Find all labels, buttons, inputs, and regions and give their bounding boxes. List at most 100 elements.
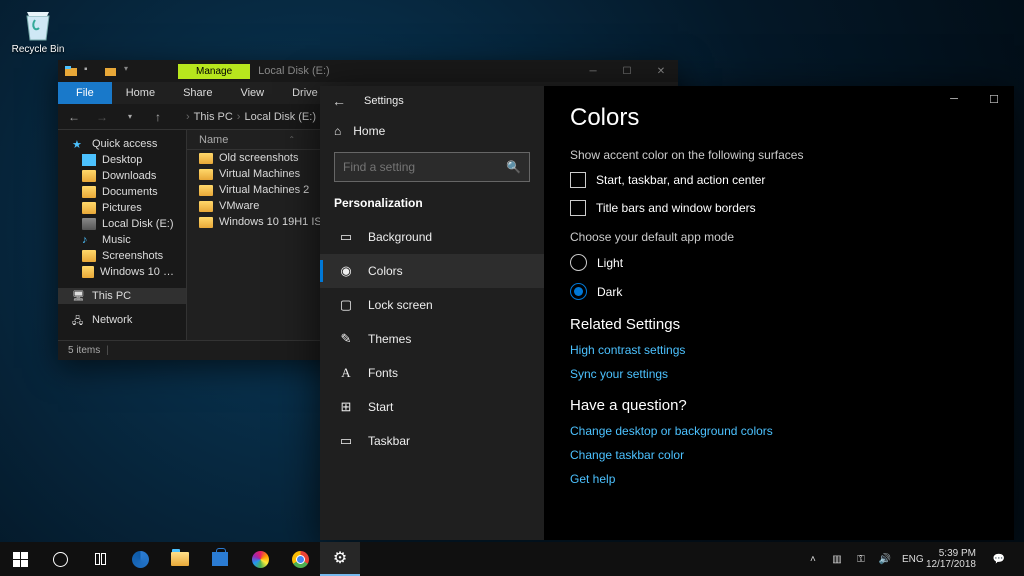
nav-screenshots[interactable]: Screenshots — [58, 248, 186, 264]
cortana-button[interactable] — [40, 542, 80, 576]
back-button[interactable]: ← — [332, 93, 346, 109]
ribbon-tab-share[interactable]: Share — [169, 82, 226, 104]
crumb-local-disk[interactable]: Local Disk (E:) — [244, 111, 316, 123]
recycle-bin-label: Recycle Bin — [8, 44, 68, 55]
up-button[interactable]: ↑ — [148, 110, 168, 124]
taskbar-explorer[interactable] — [160, 542, 200, 576]
menu-lock-screen[interactable]: ▢Lock screen — [320, 288, 544, 322]
time: 5:39 PM — [926, 548, 976, 559]
home-icon: ⌂ — [334, 124, 341, 138]
tray-chevron-icon[interactable]: ˄ — [806, 554, 820, 565]
language-indicator[interactable]: ENG — [902, 554, 916, 565]
link-high-contrast[interactable]: High contrast settings — [570, 343, 988, 357]
nav-pictures[interactable]: Pictures — [58, 200, 186, 216]
search-input[interactable] — [343, 160, 506, 174]
menu-themes[interactable]: ✎Themes — [320, 322, 544, 356]
folder-icon — [82, 154, 96, 166]
folder-icon — [199, 217, 213, 228]
folder-icon — [82, 170, 96, 182]
pc-icon — [72, 290, 86, 302]
settings-sidebar: ← Settings ⌂ Home 🔍 Personalization ▭Bac… — [320, 86, 544, 540]
qat-dropdown-icon[interactable]: ▾ — [124, 64, 138, 78]
mode-label: Choose your default app mode — [570, 230, 988, 244]
settings-home[interactable]: ⌂ Home — [320, 116, 544, 146]
settings-search[interactable]: 🔍 — [334, 152, 530, 182]
folder-icon — [199, 201, 213, 212]
nav-pane: Quick access Desktop Downloads Documents… — [58, 130, 186, 340]
lock-icon: ▢ — [338, 297, 354, 313]
close-button[interactable]: ✕ — [644, 60, 678, 82]
maximize-button[interactable]: ☐ — [610, 60, 644, 82]
recycle-bin[interactable]: Recycle Bin — [8, 6, 68, 55]
properties-icon[interactable]: ▪ — [84, 64, 98, 78]
recycle-bin-icon — [21, 6, 55, 42]
nav-documents[interactable]: Documents — [58, 184, 186, 200]
forward-button[interactable]: → — [92, 110, 112, 124]
minimize-button[interactable]: ─ — [576, 60, 610, 82]
crumb-this-pc[interactable]: This PC — [194, 111, 233, 123]
radio-dark[interactable]: Dark — [570, 283, 988, 300]
nav-local-disk[interactable]: Local Disk (E:) — [58, 216, 186, 232]
link-change-taskbar[interactable]: Change taskbar color — [570, 448, 988, 462]
menu-start[interactable]: ⊞Start — [320, 390, 544, 424]
checkbox-start-taskbar[interactable]: Start, taskbar, and action center — [570, 172, 988, 188]
cortana-icon — [53, 552, 68, 567]
checkbox-titlebars[interactable]: Title bars and window borders — [570, 200, 988, 216]
nav-downloads[interactable]: Downloads — [58, 168, 186, 184]
ribbon-tab-view[interactable]: View — [226, 82, 278, 104]
new-folder-icon[interactable] — [104, 64, 118, 78]
start-icon: ⊞ — [338, 399, 354, 415]
taskbar-icon: ▭ — [338, 433, 354, 449]
volume-icon[interactable]: 🔊 — [878, 554, 892, 565]
window-title: Local Disk (E:) — [258, 65, 330, 77]
nav-desktop[interactable]: Desktop — [58, 152, 186, 168]
clock[interactable]: 5:39 PM 12/17/2018 — [926, 548, 982, 570]
radio-light[interactable]: Light — [570, 254, 988, 271]
ribbon-tab-file[interactable]: File — [58, 82, 112, 104]
nav-win10-isos[interactable]: Windows 10 19H1 ISOs — [58, 264, 186, 280]
drive-icon — [82, 218, 96, 230]
file-explorer-icon — [171, 552, 189, 566]
link-sync-settings[interactable]: Sync your settings — [570, 367, 988, 381]
font-icon: A — [338, 365, 354, 381]
taskbar-chrome[interactable] — [280, 542, 320, 576]
question-heading: Have a question? — [570, 397, 988, 414]
settings-category: Personalization — [320, 196, 544, 220]
ribbon-tab-home[interactable]: Home — [112, 82, 169, 104]
recent-dropdown[interactable]: ▾ — [120, 112, 140, 121]
folder-icon — [82, 250, 96, 262]
windows-logo-icon — [13, 552, 28, 567]
action-center-icon[interactable]: 💬 — [992, 554, 1006, 565]
battery-icon[interactable]: ▥ — [830, 554, 844, 565]
start-button[interactable] — [0, 542, 40, 576]
network-icon — [72, 314, 86, 326]
menu-taskbar[interactable]: ▭Taskbar — [320, 424, 544, 458]
menu-fonts[interactable]: AFonts — [320, 356, 544, 390]
menu-background[interactable]: ▭Background — [320, 220, 544, 254]
taskbar-store[interactable] — [200, 542, 240, 576]
nav-music[interactable]: Music — [58, 232, 186, 248]
link-get-help[interactable]: Get help — [570, 472, 988, 486]
maximize-button[interactable]: ☐ — [974, 86, 1014, 112]
minimize-button[interactable]: ─ — [934, 86, 974, 112]
gear-icon: ⚙ — [333, 548, 347, 568]
nav-this-pc[interactable]: This PC — [58, 288, 186, 304]
music-icon — [82, 234, 96, 246]
related-heading: Related Settings — [570, 316, 988, 333]
task-view-button[interactable] — [80, 542, 120, 576]
back-button[interactable]: ← — [64, 110, 84, 124]
nav-quick-access[interactable]: Quick access — [58, 136, 186, 152]
nav-network[interactable]: Network — [58, 312, 186, 328]
system-tray: ˄ ▥ ⚿ 🔊 ENG 5:39 PM 12/17/2018 💬 — [806, 548, 1024, 570]
page-heading: Colors — [570, 104, 988, 132]
folder-icon — [64, 64, 78, 78]
taskbar-paint[interactable] — [240, 542, 280, 576]
menu-colors[interactable]: ◉Colors — [320, 254, 544, 288]
link-change-desktop[interactable]: Change desktop or background colors — [570, 424, 988, 438]
store-icon — [212, 552, 228, 566]
wifi-icon[interactable]: ⚿ — [854, 554, 868, 565]
taskbar-edge[interactable] — [120, 542, 160, 576]
ribbon-context-tab-manage[interactable]: Manage — [178, 64, 250, 79]
taskbar-settings[interactable]: ⚙ — [320, 542, 360, 576]
explorer-titlebar[interactable]: ▪ ▾ Manage Local Disk (E:) ─ ☐ ✕ — [58, 60, 678, 82]
